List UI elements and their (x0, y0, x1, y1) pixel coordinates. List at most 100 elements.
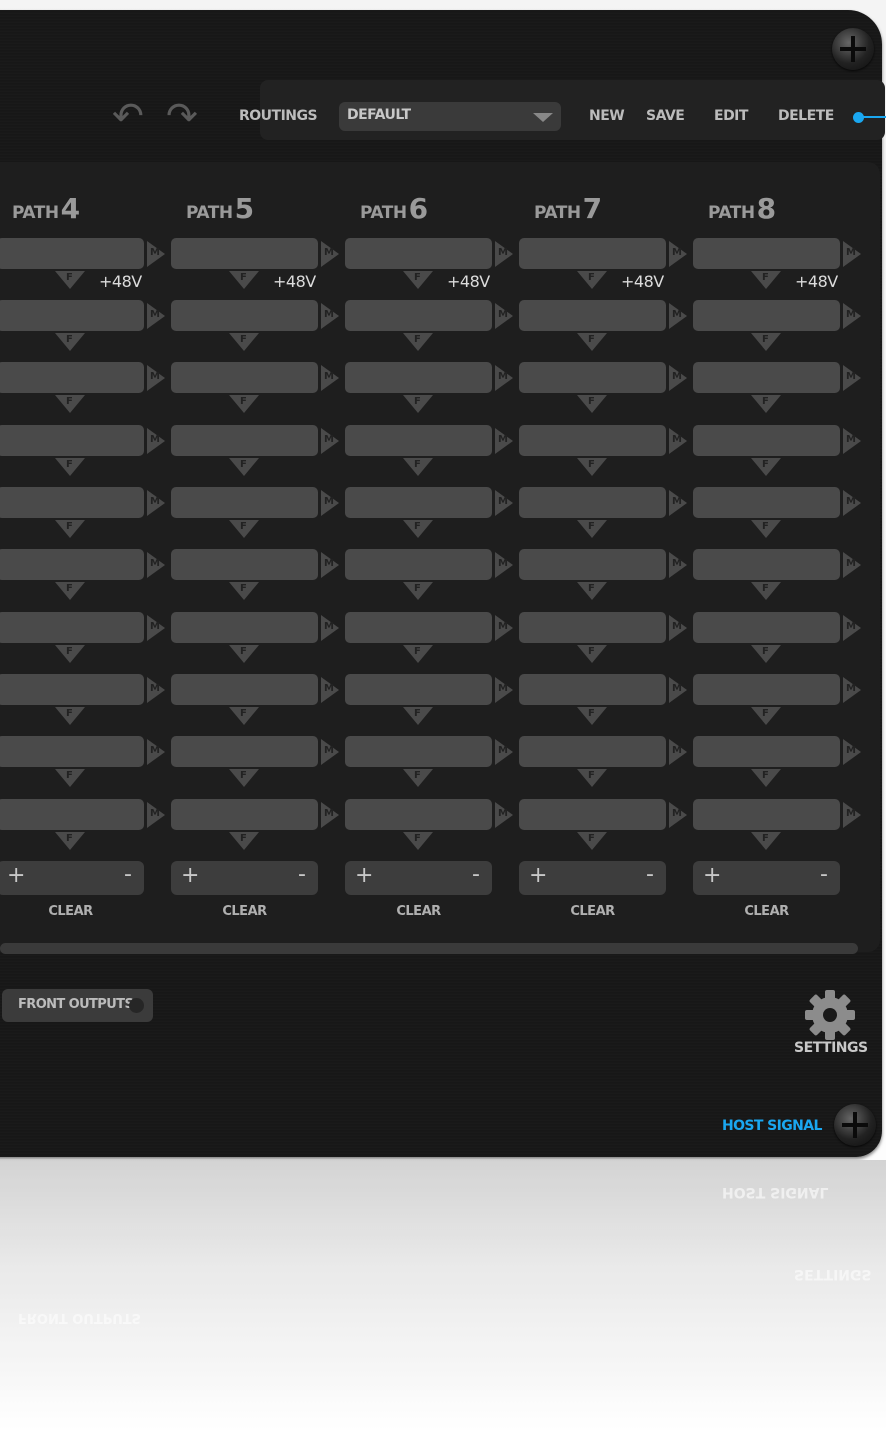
mute-arrow-icon[interactable]: M (321, 739, 339, 765)
save-button[interactable]: SAVE (646, 108, 685, 124)
add-slot-button[interactable]: + (703, 863, 721, 888)
plugin-slot[interactable] (519, 674, 666, 705)
feed-arrow-icon[interactable]: F (55, 645, 85, 663)
plugin-slot[interactable] (345, 362, 492, 393)
feed-arrow-icon[interactable]: F (55, 769, 85, 787)
feed-arrow-icon[interactable]: F (229, 458, 259, 476)
mute-arrow-icon[interactable]: M (321, 365, 339, 391)
mute-arrow-icon[interactable]: M (495, 428, 513, 454)
feed-arrow-icon[interactable]: F (229, 707, 259, 725)
plugin-slot[interactable] (345, 425, 492, 456)
feed-arrow-icon[interactable]: F (55, 333, 85, 351)
plugin-slot[interactable] (0, 425, 144, 456)
new-button[interactable]: NEW (589, 108, 625, 124)
phantom-power-label[interactable]: +48V (273, 272, 316, 291)
plugin-slot[interactable] (171, 799, 318, 830)
redo-icon[interactable]: ↷ (166, 96, 198, 136)
feed-arrow-icon[interactable]: F (577, 769, 607, 787)
feed-arrow-icon[interactable]: F (577, 645, 607, 663)
feed-arrow-icon[interactable]: F (403, 458, 433, 476)
feed-arrow-icon[interactable]: F (751, 458, 781, 476)
plugin-slot[interactable] (0, 612, 144, 643)
plugin-slot[interactable] (519, 612, 666, 643)
mute-arrow-icon[interactable]: M (843, 677, 861, 703)
plugin-slot[interactable] (171, 362, 318, 393)
mute-arrow-icon[interactable]: M (147, 677, 165, 703)
plugin-slot[interactable] (0, 362, 144, 393)
mute-arrow-icon[interactable]: M (669, 739, 687, 765)
mute-arrow-icon[interactable]: M (495, 802, 513, 828)
feed-arrow-icon[interactable]: F (403, 271, 433, 289)
plugin-slot[interactable] (693, 425, 840, 456)
plugin-slot[interactable] (171, 612, 318, 643)
mute-arrow-icon[interactable]: M (147, 802, 165, 828)
clear-button[interactable]: CLEAR (345, 904, 492, 919)
mute-arrow-icon[interactable]: M (147, 241, 165, 267)
mute-arrow-icon[interactable]: M (495, 677, 513, 703)
plugin-slot[interactable] (693, 362, 840, 393)
plugin-slot[interactable] (171, 238, 318, 269)
plugin-slot[interactable] (693, 612, 840, 643)
plugin-slot[interactable] (519, 487, 666, 518)
slot-count-stepper[interactable]: + - (693, 861, 840, 895)
feed-arrow-icon[interactable]: F (577, 582, 607, 600)
feed-arrow-icon[interactable]: F (751, 395, 781, 413)
mute-arrow-icon[interactable]: M (843, 303, 861, 329)
feed-arrow-icon[interactable]: F (55, 458, 85, 476)
remove-slot-button[interactable]: - (472, 862, 480, 887)
feed-arrow-icon[interactable]: F (229, 520, 259, 538)
plugin-slot[interactable] (345, 799, 492, 830)
clear-button[interactable]: CLEAR (519, 904, 666, 919)
horizontal-scrollbar[interactable] (0, 943, 858, 954)
plugin-slot[interactable] (693, 799, 840, 830)
clear-button[interactable]: CLEAR (693, 904, 840, 919)
plugin-slot[interactable] (0, 736, 144, 767)
feed-arrow-icon[interactable]: F (751, 333, 781, 351)
feed-arrow-icon[interactable]: F (577, 395, 607, 413)
remove-slot-button[interactable]: - (820, 862, 828, 887)
mute-arrow-icon[interactable]: M (147, 365, 165, 391)
mute-arrow-icon[interactable]: M (495, 490, 513, 516)
slot-count-stepper[interactable]: + - (171, 861, 318, 895)
routing-select[interactable]: DEFAULT (339, 102, 561, 131)
feed-arrow-icon[interactable]: F (229, 271, 259, 289)
plugin-slot[interactable] (345, 736, 492, 767)
plugin-slot[interactable] (519, 300, 666, 331)
delete-button[interactable]: DELETE (778, 108, 834, 124)
feed-arrow-icon[interactable]: F (751, 832, 781, 850)
feed-arrow-icon[interactable]: F (751, 645, 781, 663)
undo-icon[interactable]: ↶ (112, 96, 144, 136)
feed-arrow-icon[interactable]: F (577, 333, 607, 351)
feed-arrow-icon[interactable]: F (751, 769, 781, 787)
mute-arrow-icon[interactable]: M (321, 490, 339, 516)
feed-arrow-icon[interactable]: F (55, 395, 85, 413)
plugin-slot[interactable] (171, 674, 318, 705)
mute-arrow-icon[interactable]: M (843, 428, 861, 454)
feed-arrow-icon[interactable]: F (55, 520, 85, 538)
feed-arrow-icon[interactable]: F (751, 707, 781, 725)
feed-arrow-icon[interactable]: F (403, 769, 433, 787)
settings-button[interactable]: SETTINGS (792, 990, 872, 1060)
plugin-slot[interactable] (0, 238, 144, 269)
feed-arrow-icon[interactable]: F (751, 582, 781, 600)
feed-arrow-icon[interactable]: F (577, 707, 607, 725)
mute-arrow-icon[interactable]: M (321, 552, 339, 578)
feed-arrow-icon[interactable]: F (403, 582, 433, 600)
plugin-slot[interactable] (519, 799, 666, 830)
feed-arrow-icon[interactable]: F (229, 832, 259, 850)
remove-slot-button[interactable]: - (298, 862, 306, 887)
mute-arrow-icon[interactable]: M (147, 428, 165, 454)
plugin-slot[interactable] (345, 549, 492, 580)
remove-slot-button[interactable]: - (124, 862, 132, 887)
plugin-slot[interactable] (171, 487, 318, 518)
plugin-slot[interactable] (519, 425, 666, 456)
plugin-slot[interactable] (171, 736, 318, 767)
plugin-slot[interactable] (519, 549, 666, 580)
mute-arrow-icon[interactable]: M (843, 615, 861, 641)
plugin-slot[interactable] (519, 736, 666, 767)
plugin-slot[interactable] (0, 487, 144, 518)
mute-arrow-icon[interactable]: M (321, 428, 339, 454)
mute-arrow-icon[interactable]: M (669, 303, 687, 329)
mute-arrow-icon[interactable]: M (669, 428, 687, 454)
feed-arrow-icon[interactable]: F (55, 707, 85, 725)
